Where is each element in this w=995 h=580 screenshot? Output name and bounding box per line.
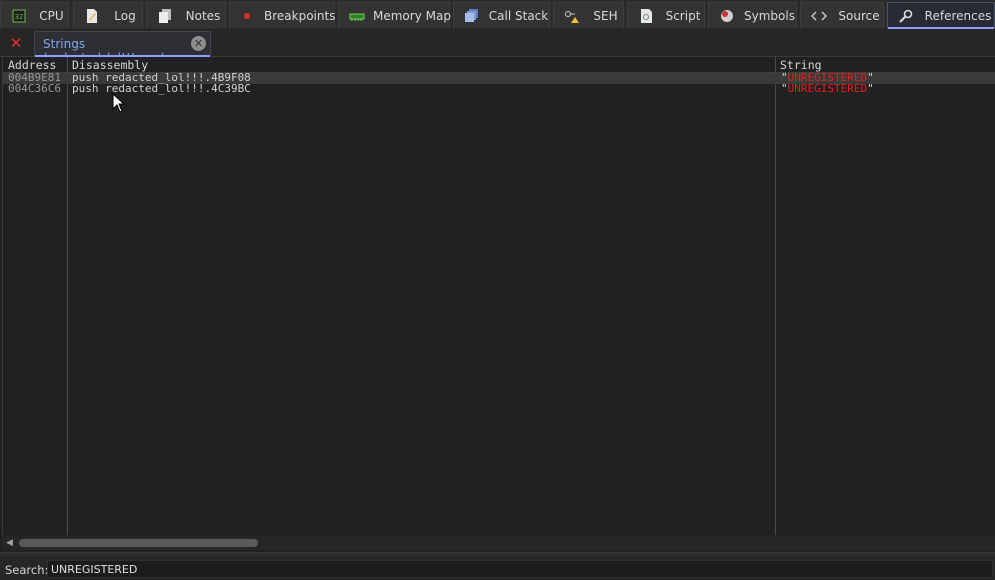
seh-icon [565,10,579,23]
disassembly-cell: push redacted_lol!!!.4C39BC [72,82,251,95]
references-table[interactable]: Address Disassembly String 004B9E81 push… [2,57,995,535]
address-cell: 004C36C6 [8,82,61,95]
search-input[interactable] [47,560,993,578]
tab-label: Call Stack [488,8,549,23]
symbols-icon [721,9,733,22]
column-divider [775,57,776,535]
tab-memory-map[interactable]: Memory Map [338,2,451,28]
memory-map-icon [349,13,365,21]
notes-icon [159,8,171,23]
tab-log[interactable]: Log [73,2,143,28]
search-bar: Search: [0,558,995,580]
tab-label: Breakpoints [264,8,336,23]
tab-cpu[interactable]: 32 CPU [0,2,69,28]
close-all-icon[interactable]: ✕ [6,35,26,51]
document-tab-row: ✕ Strings (redacted_lol!!!.exe) ✕ [0,29,995,65]
tab-label: Source [838,8,880,23]
source-icon [811,11,827,20]
script-icon [641,8,652,23]
tab-references[interactable]: References [887,2,995,29]
tab-label: References [924,8,992,23]
tab-breakpoints[interactable]: Breakpoints [229,2,335,28]
tab-symbols[interactable]: Symbols [708,2,797,28]
cpu-icon: 32 [12,9,26,22]
main-tab-bar: 32 CPU Log Notes Breakpoints Memory Map … [0,0,995,30]
column-header-address[interactable]: Address [8,58,56,72]
tab-seh[interactable]: SEH [553,2,624,28]
tab-call-stack[interactable]: Call Stack [453,2,550,28]
tab-label: CPU [39,8,64,23]
string-quote: " [867,82,874,95]
tab-label: Notes [185,8,221,23]
close-tab-icon[interactable]: ✕ [191,36,206,51]
tab-label: SEH [593,8,618,23]
table-row[interactable]: 004C36C6 push redacted_lol!!!.4C39BC "UN… [3,82,995,95]
panel-splitter[interactable] [0,552,995,557]
tab-label: Memory Map [373,8,451,23]
column-header-string[interactable]: String [780,58,822,72]
search-label: Search: [5,563,49,577]
string-quote: " [781,82,788,95]
svg-text:32: 32 [15,13,23,21]
scrollbar-thumb[interactable] [19,539,258,547]
call-stack-icon [465,8,478,22]
scroll-left-icon[interactable]: ◀ [6,538,13,548]
column-header-disassembly[interactable]: Disassembly [72,58,148,72]
string-cell: "UNREGISTERED" [781,83,874,95]
tab-source[interactable]: Source [800,2,884,28]
string-value: UNREGISTERED [787,82,868,95]
breakpoint-icon [244,12,250,19]
tab-label: Symbols [744,8,795,23]
tab-label: Script [665,8,701,23]
column-divider [67,57,68,535]
log-icon [87,8,97,23]
horizontal-scrollbar[interactable]: ◀ [2,536,995,550]
references-icon [899,9,913,23]
tab-label: Log [114,8,136,23]
tab-notes[interactable]: Notes [146,2,226,28]
tab-strings-document[interactable]: Strings (redacted_lol!!!.exe) ✕ [34,31,211,65]
tab-script[interactable]: Script [627,2,705,28]
mouse-cursor-icon [112,93,126,113]
